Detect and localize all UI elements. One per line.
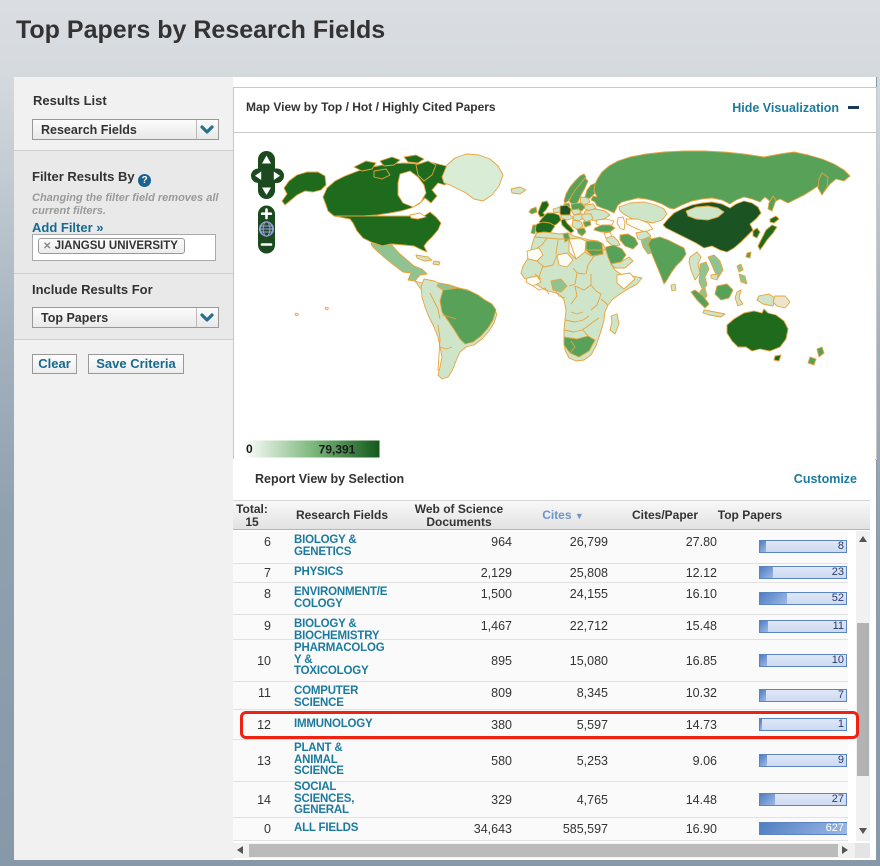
svg-text:0: 0 [246, 442, 253, 456]
svg-text:79,391: 79,391 [319, 443, 356, 457]
